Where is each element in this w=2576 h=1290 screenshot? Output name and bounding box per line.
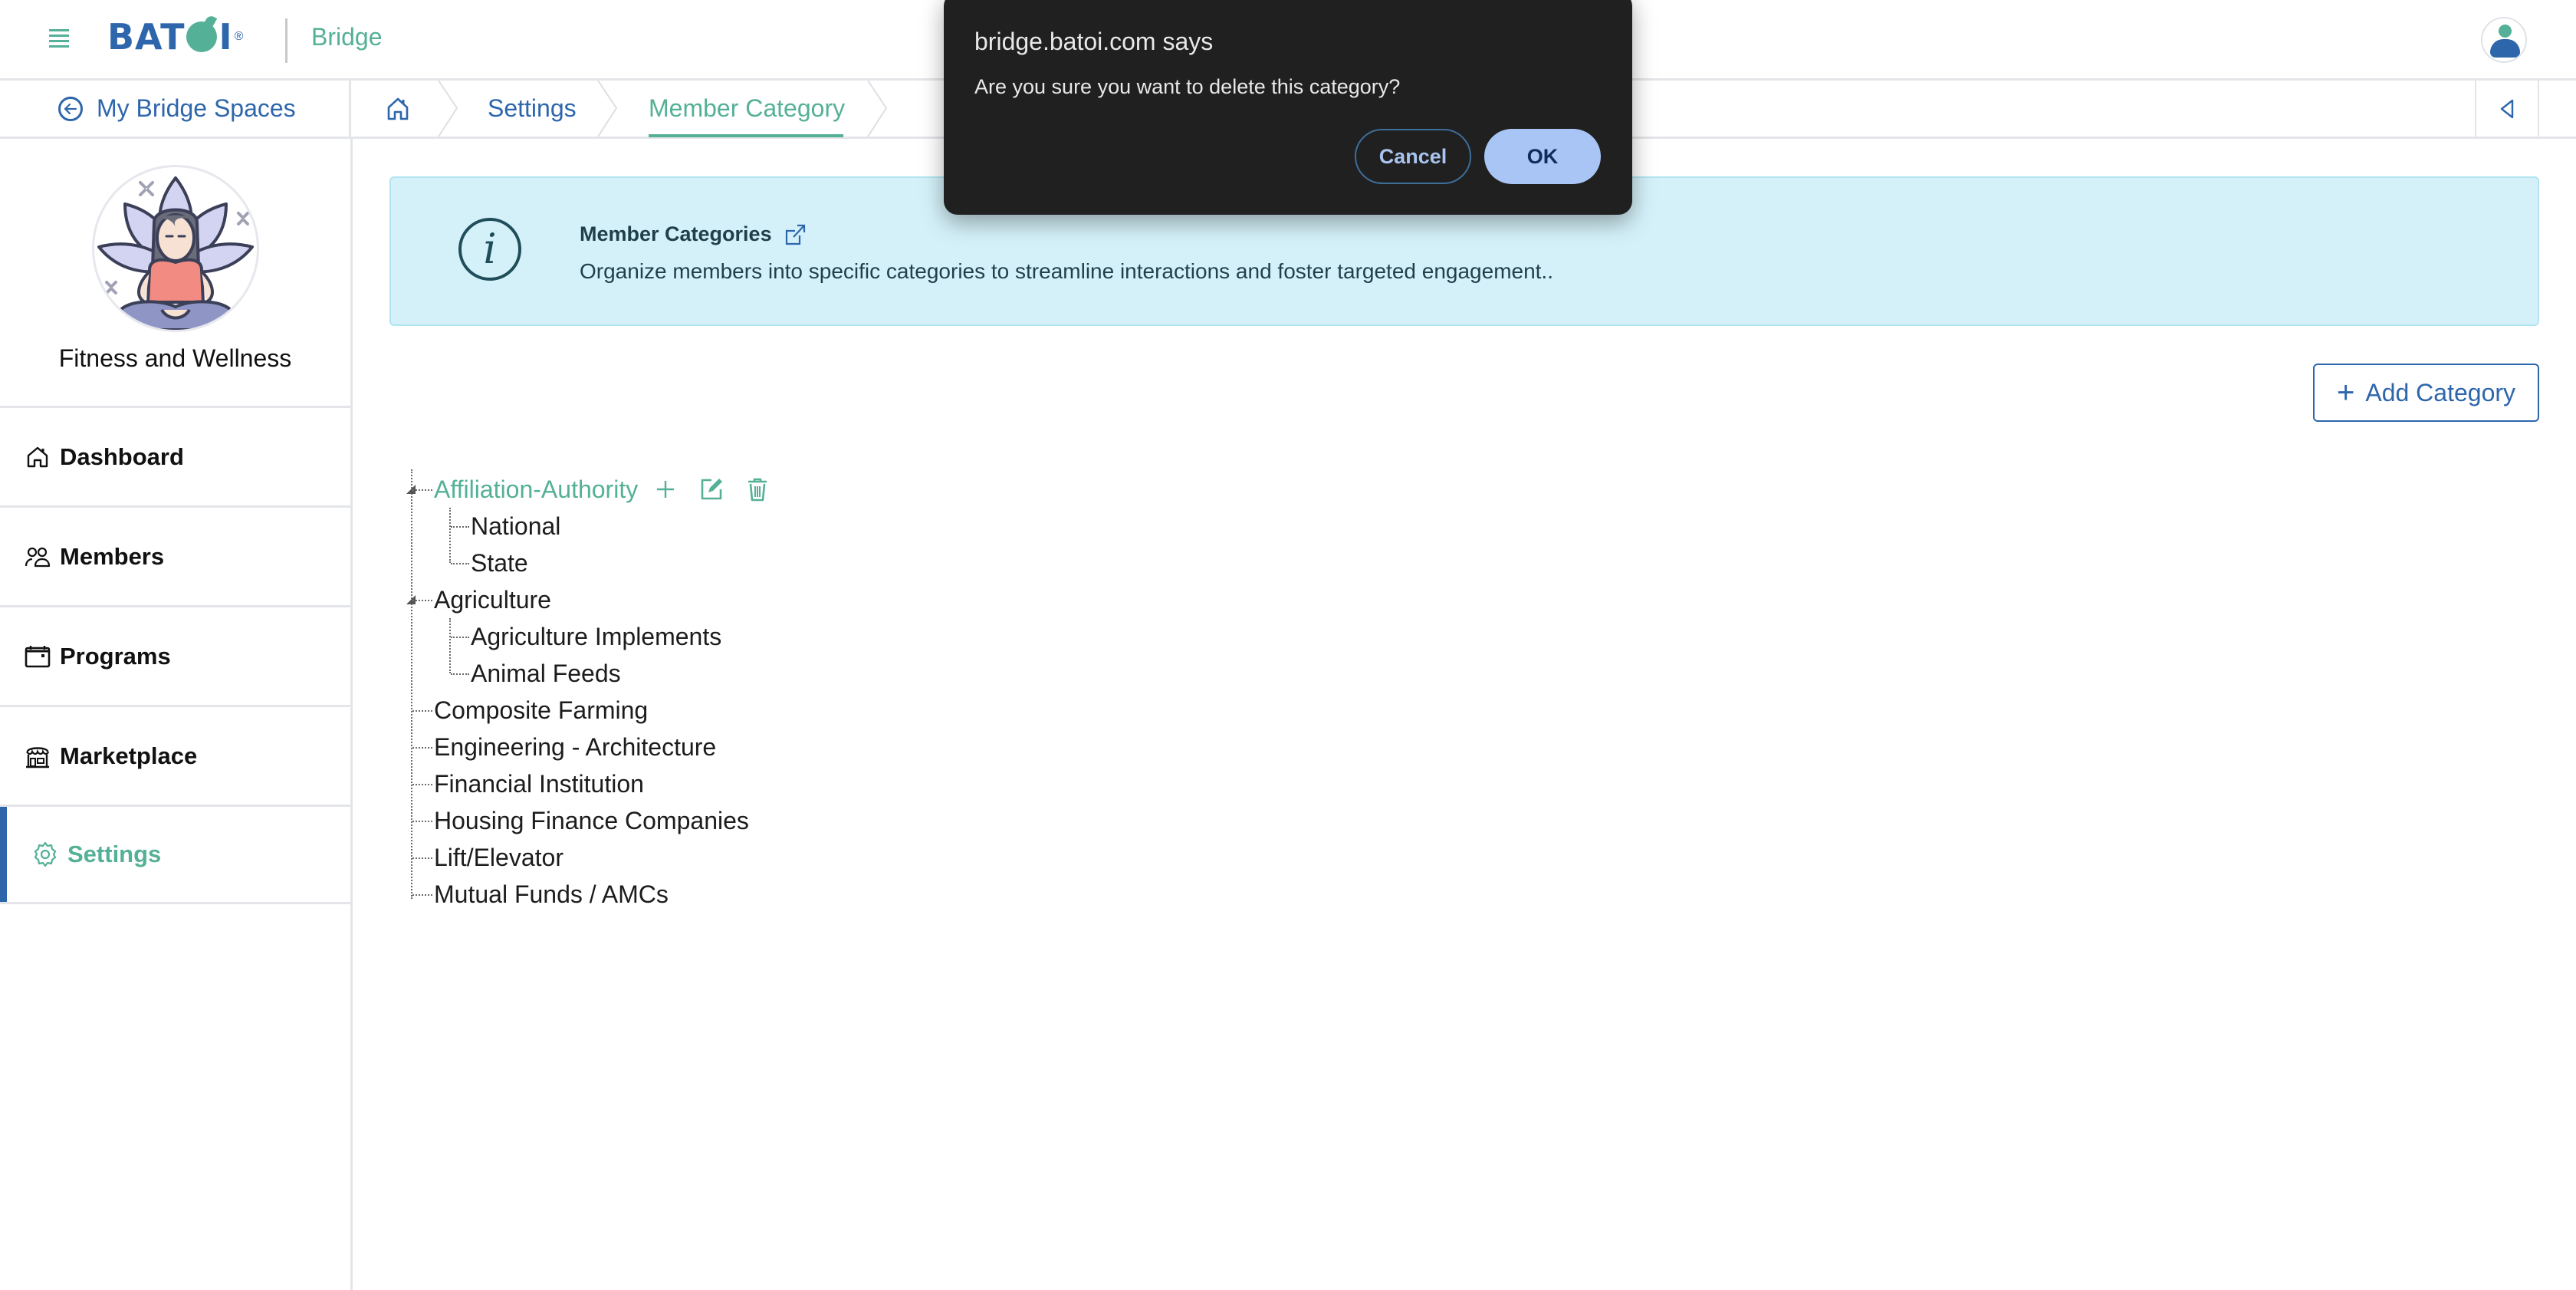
- breadcrumb-settings[interactable]: Settings: [488, 81, 577, 137]
- sidebar-item-label: Settings: [67, 841, 162, 867]
- tree-connector: [412, 894, 432, 896]
- tree-connector: [412, 600, 432, 601]
- tree-connector: [412, 489, 432, 491]
- tree-node-label[interactable]: Lift/Elevator: [434, 844, 564, 872]
- logo-registered-mark: ®: [234, 30, 244, 43]
- tree-node[interactable]: Housing Finance Companies: [434, 802, 749, 839]
- tree-connector: [412, 857, 432, 859]
- calendar-icon: [25, 643, 51, 670]
- tree-connector: [451, 563, 469, 564]
- tree-node[interactable]: Financial Institution: [434, 765, 644, 802]
- edit-icon[interactable]: [698, 476, 725, 503]
- tree-node-label[interactable]: National: [471, 512, 560, 541]
- meditation-illustration: [97, 176, 254, 330]
- breadcrumb-separator: [867, 81, 888, 137]
- active-crumb-underline: [649, 134, 843, 137]
- plus-icon: +: [2336, 376, 2355, 410]
- tree-node[interactable]: Mutual Funds / AMCs: [434, 876, 669, 913]
- breadcrumb-separator: [597, 81, 618, 137]
- user-icon-body: [2490, 39, 2520, 58]
- dialog-title: bridge.batoi.com says: [974, 28, 1214, 55]
- breadcrumb-home[interactable]: [353, 81, 443, 137]
- arrow-left-circle-icon: [58, 96, 83, 121]
- tree-node-label[interactable]: State: [471, 549, 528, 578]
- banner-title: Member Categories: [580, 222, 806, 246]
- sidebar-item-label: Marketplace: [60, 742, 198, 769]
- store-icon: [25, 743, 51, 769]
- collapse-panel-button[interactable]: [2475, 81, 2539, 137]
- add-subcategory-icon[interactable]: [652, 476, 679, 503]
- add-category-button[interactable]: + Add Category: [2313, 364, 2539, 422]
- breadcrumb-member-category[interactable]: Member Category: [649, 81, 845, 137]
- cancel-button[interactable]: Cancel: [1355, 129, 1471, 184]
- sidebar-item-label: Dashboard: [60, 443, 184, 470]
- tree-connector: [412, 747, 432, 749]
- tree-node-child[interactable]: State: [471, 545, 528, 581]
- users-icon: [25, 544, 51, 570]
- confirm-delete-dialog: bridge.batoi.com says Are you sure you w…: [944, 0, 1632, 215]
- home-icon: [25, 444, 51, 470]
- tree-node[interactable]: Affiliation-Authority: [434, 471, 771, 508]
- user-avatar-button[interactable]: [2481, 17, 2527, 63]
- tree-node[interactable]: Engineering - Architecture: [434, 729, 716, 765]
- tree-connector: [451, 673, 469, 675]
- delete-icon[interactable]: [744, 476, 771, 503]
- sidebar-item-settings[interactable]: Settings: [0, 805, 350, 904]
- hamburger-menu-icon[interactable]: [49, 29, 69, 48]
- external-link-icon[interactable]: [784, 223, 806, 246]
- tree-connector: [412, 710, 432, 712]
- tree-node-label[interactable]: Animal Feeds: [471, 660, 621, 688]
- space-avatar: [92, 165, 259, 332]
- tree-guide-line: [449, 618, 451, 673]
- tree-node-label[interactable]: Agriculture Implements: [471, 623, 721, 651]
- tree-guide-line: [449, 508, 451, 563]
- triangle-left-icon: [2500, 99, 2514, 118]
- tree-node[interactable]: Agriculture: [434, 581, 551, 618]
- sidebar-item-label: Members: [60, 542, 165, 570]
- tree-node[interactable]: Composite Farming: [434, 692, 648, 729]
- home-icon: [387, 97, 409, 120]
- my-bridge-spaces-label: My Bridge Spaces: [97, 94, 296, 122]
- sidebar-nav: Dashboard Members Programs Marketplace S…: [0, 406, 350, 904]
- tree-node-label[interactable]: Agriculture: [434, 586, 551, 614]
- sidebar-item-dashboard[interactable]: Dashboard: [0, 406, 350, 505]
- tree-node-label[interactable]: Affiliation-Authority: [434, 476, 638, 504]
- add-category-label: Add Category: [2365, 378, 2516, 406]
- sidebar-item-label: Programs: [60, 642, 171, 670]
- sidebar-item-programs[interactable]: Programs: [0, 605, 350, 705]
- gear-icon: [32, 841, 58, 867]
- logo-divider: [285, 18, 288, 63]
- logo-text: BAT I: [107, 16, 233, 58]
- info-icon: i: [458, 218, 521, 281]
- tree-guide-line: [411, 469, 412, 899]
- app-name: Bridge: [311, 23, 383, 51]
- sidebar-item-members[interactable]: Members: [0, 505, 350, 605]
- sidebar: Fitness and Wellness Dashboard Members P…: [0, 139, 353, 1290]
- tree-node-label[interactable]: Financial Institution: [434, 770, 644, 798]
- tree-connector: [412, 821, 432, 822]
- batoi-logo[interactable]: BAT I ®: [107, 16, 244, 58]
- tree-node-label[interactable]: Housing Finance Companies: [434, 807, 749, 835]
- tree-connector: [412, 784, 432, 785]
- tree-node-child[interactable]: Animal Feeds: [471, 655, 621, 692]
- banner-title-text: Member Categories: [580, 222, 772, 245]
- tree-node-child[interactable]: Agriculture Implements: [471, 618, 721, 655]
- node-actions: [652, 476, 771, 503]
- tree-connector: [451, 637, 469, 638]
- dialog-message: Are you sure you want to delete this cat…: [974, 75, 1401, 98]
- tree-node-label[interactable]: Composite Farming: [434, 696, 648, 725]
- my-bridge-spaces-link[interactable]: My Bridge Spaces: [0, 81, 351, 137]
- user-icon-head: [2499, 25, 2512, 38]
- tree-node[interactable]: Lift/Elevator: [434, 839, 564, 876]
- tree-node-label[interactable]: Engineering - Architecture: [434, 733, 716, 762]
- breadcrumb-separator: [438, 81, 458, 137]
- tree-node-label[interactable]: Mutual Funds / AMCs: [434, 880, 669, 909]
- sidebar-item-marketplace[interactable]: Marketplace: [0, 705, 350, 805]
- space-name: Fitness and Wellness: [58, 344, 292, 372]
- ok-button[interactable]: OK: [1484, 129, 1601, 184]
- banner-description: Organize members into specific categorie…: [580, 259, 1553, 283]
- tree-node-child[interactable]: National: [471, 508, 560, 545]
- tree-connector: [451, 526, 469, 528]
